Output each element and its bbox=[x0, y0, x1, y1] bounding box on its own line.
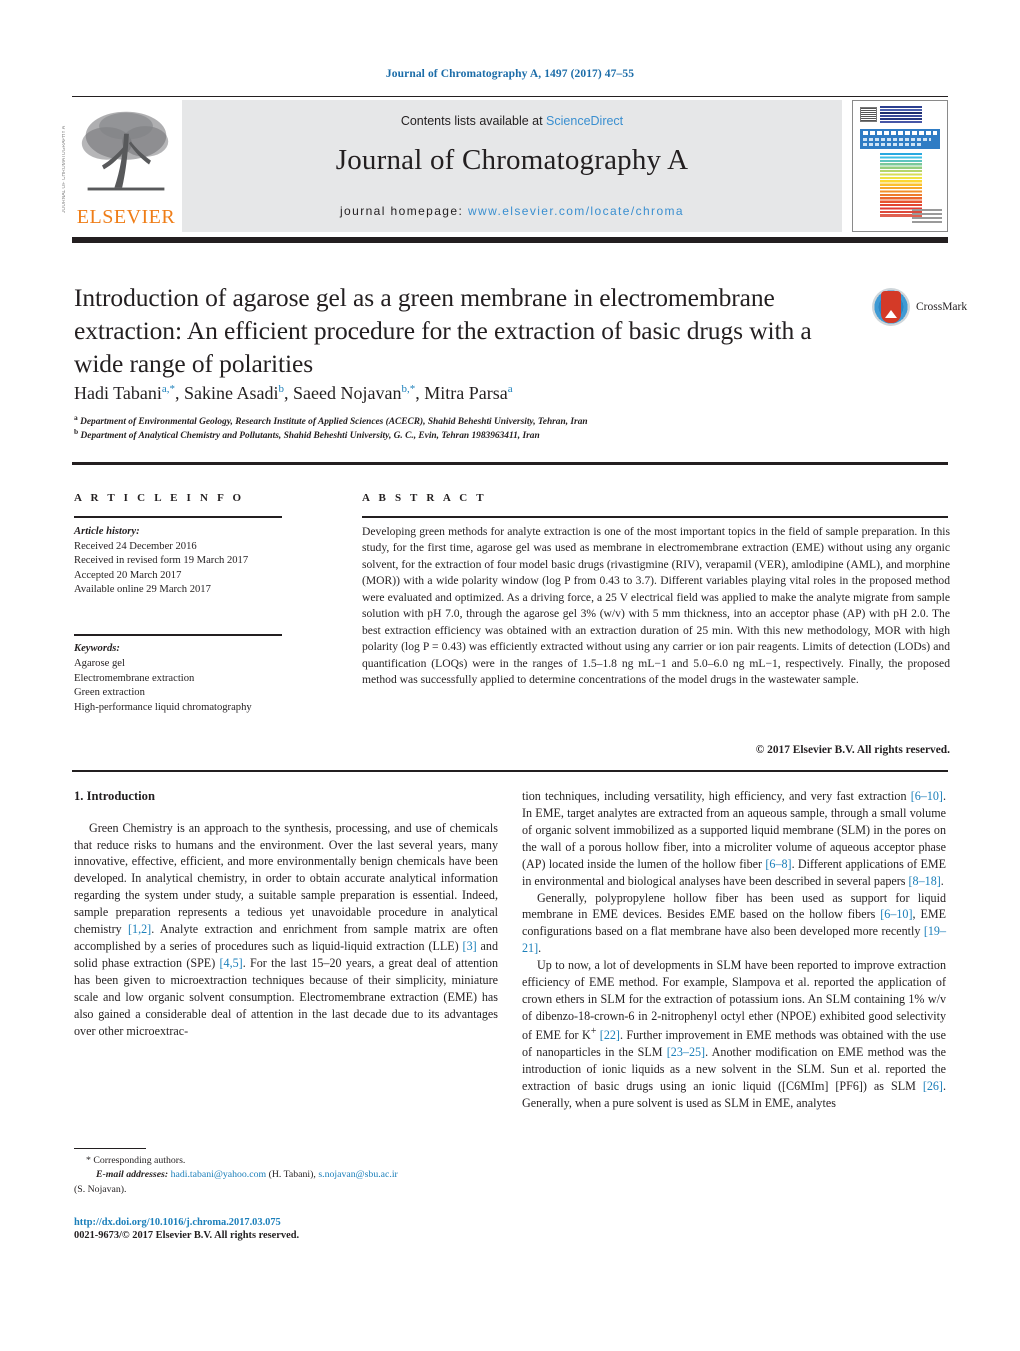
citation-ref[interactable]: [4,5] bbox=[220, 956, 243, 970]
paragraph: Up to now, a lot of developments in SLM … bbox=[522, 957, 946, 1111]
paragraph-text: tion techniques, including versatility, … bbox=[522, 789, 911, 803]
email-link-1[interactable]: hadi.tabani@yahoo.com bbox=[171, 1169, 267, 1180]
paragraph-text: . bbox=[538, 941, 542, 956]
crossmark-icon bbox=[872, 288, 910, 326]
citation-ref[interactable]: [8–18] bbox=[909, 874, 941, 888]
affiliation-marker-b: b bbox=[74, 427, 79, 436]
cover-top-bars bbox=[880, 106, 922, 123]
contents-line: Contents lists available at ScienceDirec… bbox=[182, 114, 842, 128]
history-item: Available online 29 March 2017 bbox=[74, 584, 211, 596]
email-label: E-mail addresses: bbox=[96, 1169, 169, 1181]
paragraph-text: . bbox=[940, 873, 944, 888]
info-top-rule bbox=[72, 462, 948, 465]
journal-masthead: ELSEVIER Contents lists available at Sci… bbox=[72, 100, 948, 232]
paragraph-text: Green Chemistry is an approach to the sy… bbox=[74, 820, 498, 937]
affiliation-b: b Department of Analytical Chemistry and… bbox=[74, 427, 874, 441]
affiliation-a: a Department of Environmental Geology, R… bbox=[74, 413, 874, 427]
running-head: Journal of Chromatography A, 1497 (2017)… bbox=[385, 68, 635, 80]
article-info-heading: A R T I C L E I N F O bbox=[74, 492, 245, 504]
article-page: Journal of Chromatography A, 1497 (2017)… bbox=[0, 0, 1020, 1351]
keywords-label: Keywords: bbox=[74, 643, 120, 654]
keywords-block: Keywords: Agarose gel Electromembrane ex… bbox=[74, 642, 294, 716]
paragraph: tion techniques, including versatility, … bbox=[522, 788, 946, 890]
crossmark-badge[interactable]: CrossMark bbox=[872, 288, 968, 328]
page-title: Introduction of agarose gel as a green m… bbox=[74, 283, 812, 378]
history-item: Received in revised form 19 March 2017 bbox=[74, 555, 249, 567]
author-list: Hadi Tabania,*, Sakine Asadib, Saeed Noj… bbox=[74, 383, 513, 403]
doi-link[interactable]: http://dx.doi.org/10.1016/j.chroma.2017.… bbox=[74, 1216, 494, 1231]
elsevier-wordmark: ELSEVIER bbox=[76, 206, 176, 228]
keyword-item: Agarose gel bbox=[74, 657, 125, 669]
journal-cover-thumbnail bbox=[852, 100, 948, 232]
article-history-block: Article history: Received 24 December 20… bbox=[74, 525, 286, 598]
cover-publisher-icon bbox=[860, 107, 877, 122]
corresponding-text: Corresponding authors. bbox=[93, 1155, 186, 1166]
crossmark-arrow-icon bbox=[885, 310, 897, 318]
crossmark-label: CrossMark bbox=[916, 301, 968, 313]
affiliation-a-text: Department of Environmental Geology, Res… bbox=[80, 417, 588, 428]
journal-title: Journal of Chromatography A bbox=[335, 144, 689, 176]
article-history-label: Article history: bbox=[74, 526, 140, 537]
affiliation-marker-a: a bbox=[74, 413, 78, 422]
citation-ref[interactable]: [26] bbox=[923, 1079, 943, 1093]
keyword-item: High-performance liquid chromatography bbox=[74, 702, 252, 714]
abstract-text: Developing green methods for analyte ext… bbox=[362, 525, 950, 687]
top-rule bbox=[72, 96, 948, 97]
abstract-bottom-rule bbox=[72, 770, 948, 772]
paragraph: Green Chemistry is an approach to the sy… bbox=[74, 820, 498, 1040]
issn-copyright-line: 0021-9673/© 2017 Elsevier B.V. All right… bbox=[74, 1230, 300, 1241]
section-heading-introduction: 1. Introduction bbox=[74, 789, 155, 803]
cover-title-band bbox=[860, 129, 940, 149]
journal-banner: Contents lists available at ScienceDirec… bbox=[182, 100, 842, 232]
body-column-left: 1. Introduction Green Chemistry is an ap… bbox=[74, 788, 498, 1040]
citation-ref[interactable]: [1,2] bbox=[128, 922, 151, 936]
abstract-heading: A B S T R A C T bbox=[362, 492, 487, 504]
email-link-2[interactable]: s.nojavan@sbu.ac.ir bbox=[318, 1169, 398, 1180]
citation-ref[interactable]: [6–10] bbox=[880, 907, 912, 921]
body-column-right: tion techniques, including versatility, … bbox=[522, 788, 946, 1112]
cover-band-line-1 bbox=[863, 131, 937, 135]
abstract-copyright: © 2017 Elsevier B.V. All rights reserved… bbox=[755, 744, 950, 756]
elsevier-logo: ELSEVIER bbox=[72, 100, 180, 232]
keyword-item: Green extraction bbox=[74, 687, 145, 699]
journal-homepage-line: journal homepage: www.elsevier.com/locat… bbox=[182, 204, 842, 218]
footnote-rule bbox=[74, 1148, 146, 1150]
citation-ref[interactable]: [23–25] bbox=[667, 1045, 705, 1059]
cover-band-line-3 bbox=[863, 143, 921, 146]
footnote-block: * Corresponding authors. E-mail addresse… bbox=[74, 1154, 494, 1197]
cover-color-stripes bbox=[880, 153, 922, 217]
contents-prefix: Contents lists available at bbox=[400, 114, 547, 128]
history-item: Received 24 December 2016 bbox=[74, 540, 197, 552]
citation-ref[interactable]: [6–10] bbox=[911, 789, 943, 803]
keywords-rule bbox=[74, 634, 282, 636]
masthead-bottom-rule bbox=[72, 237, 948, 243]
superscript-plus: + bbox=[590, 1025, 597, 1037]
email-line: E-mail addresses: hadi.tabani@yahoo.com … bbox=[74, 1168, 494, 1182]
homepage-url[interactable]: www.elsevier.com/locate/chroma bbox=[468, 204, 684, 218]
cover-footer-mark bbox=[912, 209, 942, 225]
citation-ref[interactable]: [3] bbox=[463, 939, 477, 953]
corresponding-marker: * bbox=[86, 1155, 91, 1166]
history-item: Accepted 20 March 2017 bbox=[74, 569, 182, 581]
cover-band-line-2 bbox=[863, 138, 931, 141]
affiliation-b-text: Department of Analytical Chemistry and P… bbox=[80, 431, 540, 442]
sciencedirect-link[interactable]: ScienceDirect bbox=[546, 114, 623, 128]
crossmark-inner-shape bbox=[881, 291, 901, 323]
paragraph: Generally, polypropylene hollow fiber ha… bbox=[522, 890, 946, 958]
citation-ref[interactable]: [22] bbox=[600, 1028, 620, 1042]
article-info-rule bbox=[74, 516, 282, 518]
citation-ref[interactable]: [6–8] bbox=[765, 857, 791, 871]
keyword-item: Electromembrane extraction bbox=[74, 672, 195, 684]
abstract-rule bbox=[362, 516, 948, 518]
email-owner-1: (H. Tabani), bbox=[268, 1169, 316, 1181]
corresponding-author-note: * Corresponding authors. bbox=[74, 1154, 494, 1168]
email-owner-2: (S. Nojavan). bbox=[74, 1183, 127, 1195]
homepage-prefix: journal homepage: bbox=[339, 204, 468, 218]
elsevier-tree-icon bbox=[81, 111, 169, 191]
